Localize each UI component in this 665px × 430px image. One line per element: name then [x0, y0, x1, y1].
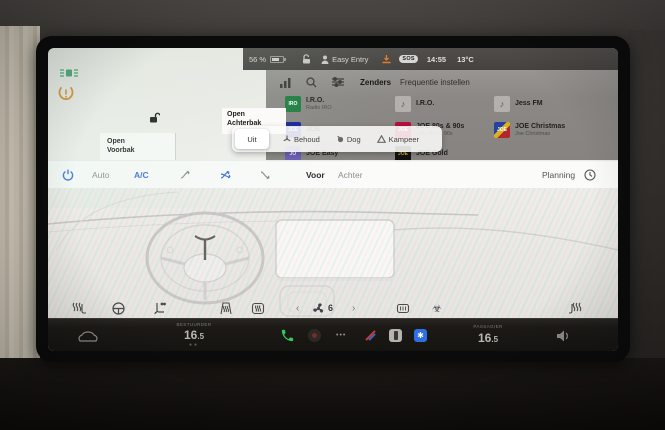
radio-station-iro-2[interactable]: ♪ I.R.O. [395, 94, 434, 114]
station-logo: JOE [494, 122, 510, 138]
sos-badge[interactable]: SOS [399, 55, 418, 63]
unlock-icon [148, 112, 160, 124]
climate-schedule-button[interactable]: Planning [542, 161, 575, 189]
clock-icon[interactable] [584, 161, 596, 189]
station-logo: IRO [285, 96, 301, 112]
driver-temp-control[interactable]: BESTUURDER 16.5 ●● [174, 319, 214, 351]
radio-station-jess-fm[interactable]: ♪ Jess FM [494, 94, 543, 114]
fan-increase-button[interactable]: › [352, 298, 355, 318]
profile-name: Easy Entry [332, 55, 368, 64]
search-icon[interactable] [306, 77, 317, 88]
media-app-icon[interactable] [308, 319, 321, 351]
phone-icon[interactable] [280, 319, 295, 351]
filter-settings-icon[interactable] [332, 77, 344, 87]
seat-heat-indicator-dots: ●● [189, 343, 199, 348]
steering-wheel-heater-icon[interactable] [112, 298, 125, 318]
photo-of-tesla-screen: 56 % Easy Entry SOS 14:55 13°C [0, 0, 665, 430]
software-update-icon[interactable] [382, 55, 391, 64]
passenger-temp-control[interactable]: PASSAGIER 16.5 [468, 319, 508, 351]
seat-heater-left-icon[interactable] [72, 298, 86, 318]
dog-icon [336, 135, 344, 143]
fan-icon [283, 135, 291, 143]
music-note-icon: ♪ [494, 96, 510, 112]
seat-heater-right-icon[interactable] [568, 298, 582, 318]
keep-climate-off-button[interactable]: Uit [235, 129, 269, 149]
status-bar: 56 % Easy Entry SOS 14:55 13°C [243, 48, 618, 70]
battery-icon [270, 56, 284, 63]
tent-icon [377, 135, 386, 143]
climate-front-tab[interactable]: Voor [306, 161, 325, 189]
volume-icon[interactable] [556, 319, 570, 351]
fan-icon [312, 298, 325, 318]
radio-station-iro[interactable]: IRO I.R.O.Radio IRO [285, 94, 332, 114]
seat-icon[interactable] [154, 298, 166, 318]
bioweapon-defense-icon[interactable]: ☣ [432, 298, 442, 318]
airflow-face-feet-icon[interactable] [220, 161, 233, 189]
dashcam-app-icon[interactable] [389, 319, 402, 351]
navigation-app-icon[interactable] [364, 319, 377, 351]
music-note-icon: ♪ [395, 96, 411, 112]
front-defrost-icon[interactable] [219, 298, 233, 318]
tpms-warning-icon [58, 86, 74, 100]
climate-power-button[interactable] [62, 161, 74, 189]
climate-rear-tab[interactable]: Achter [338, 161, 363, 189]
heated-mirror-icon[interactable] [396, 298, 410, 318]
climate-ac-button[interactable]: A/C [134, 161, 149, 189]
car-controls-icon[interactable] [78, 319, 98, 351]
touchscreen: 56 % Easy Entry SOS 14:55 13°C [48, 48, 618, 351]
keep-climate-camp-button[interactable]: Kampeer [377, 135, 419, 144]
climate-auto-button[interactable]: Auto [92, 161, 110, 189]
keep-climate-dog-button[interactable]: Dog [336, 135, 361, 144]
radio-station-joe-christmas[interactable]: JOE JOE ChristmasJoe Christmas [494, 120, 565, 140]
more-apps-button[interactable]: ••• [336, 319, 346, 351]
fan-decrease-button[interactable]: ‹ [296, 298, 299, 318]
climate-quick-controls: ‹ 6 › ☣ [48, 298, 618, 318]
tab-zenders[interactable]: Zenders [360, 78, 391, 87]
airflow-face-icon[interactable] [180, 161, 193, 189]
driver-profile[interactable]: Easy Entry [321, 55, 368, 64]
keep-climate-popup: Uit Behoud Dog Kampeer [232, 126, 442, 152]
bluetooth-app-icon[interactable]: ✱ [414, 319, 427, 351]
keep-climate-keep-button[interactable]: Behoud [283, 135, 320, 144]
climate-toolbar: Auto A/C Voor Achter Planning [48, 160, 618, 188]
headlight-indicator-icon [60, 68, 78, 78]
background-wood-trim [0, 26, 40, 372]
person-icon [321, 55, 329, 64]
launcher-bar: BESTUURDER 16.5 ●● ••• ✱ PASSAGIER [48, 318, 618, 351]
airflow-feet-icon[interactable] [260, 161, 273, 189]
outside-temperature: 13°C [457, 55, 474, 64]
background-wall-right [628, 30, 665, 366]
rear-defrost-icon[interactable] [251, 298, 265, 318]
unlocked-icon[interactable] [302, 54, 311, 64]
clock-time: 14:55 [427, 55, 446, 64]
background-dark-bottom [0, 358, 665, 430]
tab-frequentie-instellen[interactable]: Frequentie instellen [400, 78, 470, 87]
battery-percent: 56 % [249, 55, 266, 64]
fan-speed-value: 6 [328, 298, 333, 318]
library-icon[interactable] [280, 78, 291, 88]
